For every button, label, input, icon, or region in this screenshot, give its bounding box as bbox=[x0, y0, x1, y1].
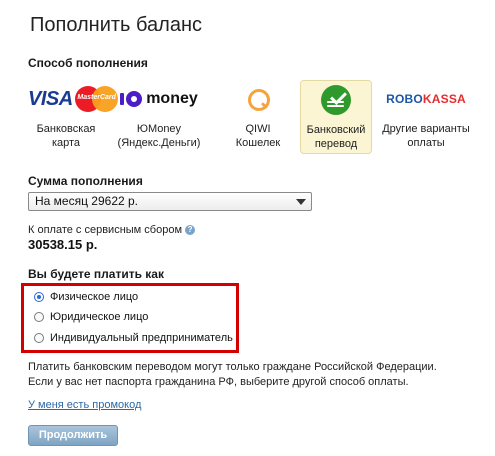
amount-select-value: На месяц 29622 р. bbox=[35, 194, 139, 208]
chevron-down-icon bbox=[296, 199, 306, 205]
method-caption: QIWI Кошелек bbox=[235, 123, 281, 149]
amount-label: Сумма пополнения bbox=[28, 174, 143, 188]
method-caption: Банковский перевод bbox=[306, 124, 366, 150]
payment-methods: VISA MasterCard Банковская карта money Ю… bbox=[28, 80, 478, 160]
qiwi-logo bbox=[223, 86, 293, 112]
method-bank-card[interactable]: VISA MasterCard Банковская карта bbox=[28, 80, 118, 154]
method-yoomoney[interactable]: money ЮMoney (Яндекс.Деньги) bbox=[118, 80, 201, 154]
help-icon[interactable]: ? bbox=[185, 225, 196, 236]
page-title: Пополнить баланс bbox=[30, 14, 202, 36]
promo-code-link[interactable]: У меня есть промокод bbox=[28, 399, 141, 411]
method-caption: Банковская карта bbox=[36, 123, 96, 149]
visa-logo: VISA bbox=[28, 87, 73, 110]
method-qiwi[interactable]: QIWI Кошелек bbox=[223, 80, 293, 154]
method-caption: ЮMoney (Яндекс.Деньги) bbox=[117, 123, 201, 149]
sberbank-icon bbox=[321, 85, 351, 115]
payer-type-highlight: Физическое лицо Юридическое лицо Индивид… bbox=[21, 283, 239, 353]
payment-page: Пополнить баланс Способ пополнения VISA … bbox=[0, 0, 495, 456]
yoomoney-icon bbox=[120, 91, 143, 107]
payer-type-label: Вы будете платить как bbox=[28, 267, 164, 281]
card-logos: VISA MasterCard bbox=[28, 86, 118, 112]
payment-method-label: Способ пополнения bbox=[28, 56, 148, 70]
method-other[interactable]: ROBOKASSA Другие варианты оплаты bbox=[380, 80, 472, 154]
radio-button[interactable] bbox=[34, 312, 44, 322]
sberbank-logo bbox=[301, 85, 371, 115]
transfer-note: Платить банковским переводом могут тольк… bbox=[28, 361, 437, 388]
mastercard-logo: MasterCard bbox=[74, 86, 118, 112]
qiwi-icon bbox=[246, 87, 270, 111]
continue-button[interactable]: Продолжить bbox=[28, 425, 118, 446]
amount-select[interactable]: На месяц 29622 р. bbox=[28, 192, 312, 211]
fee-label: К оплате с сервисным сбором? bbox=[28, 224, 196, 236]
method-caption: Другие варианты оплаты bbox=[382, 123, 470, 149]
yoomoney-logo: money bbox=[118, 86, 200, 112]
radio-button[interactable] bbox=[34, 292, 44, 302]
method-bank-transfer[interactable]: Банковский перевод bbox=[300, 80, 372, 154]
radio-button[interactable] bbox=[34, 333, 44, 343]
robokassa-logo: ROBOKASSA bbox=[386, 92, 466, 106]
total-amount: 30538.15 р. bbox=[28, 237, 98, 252]
